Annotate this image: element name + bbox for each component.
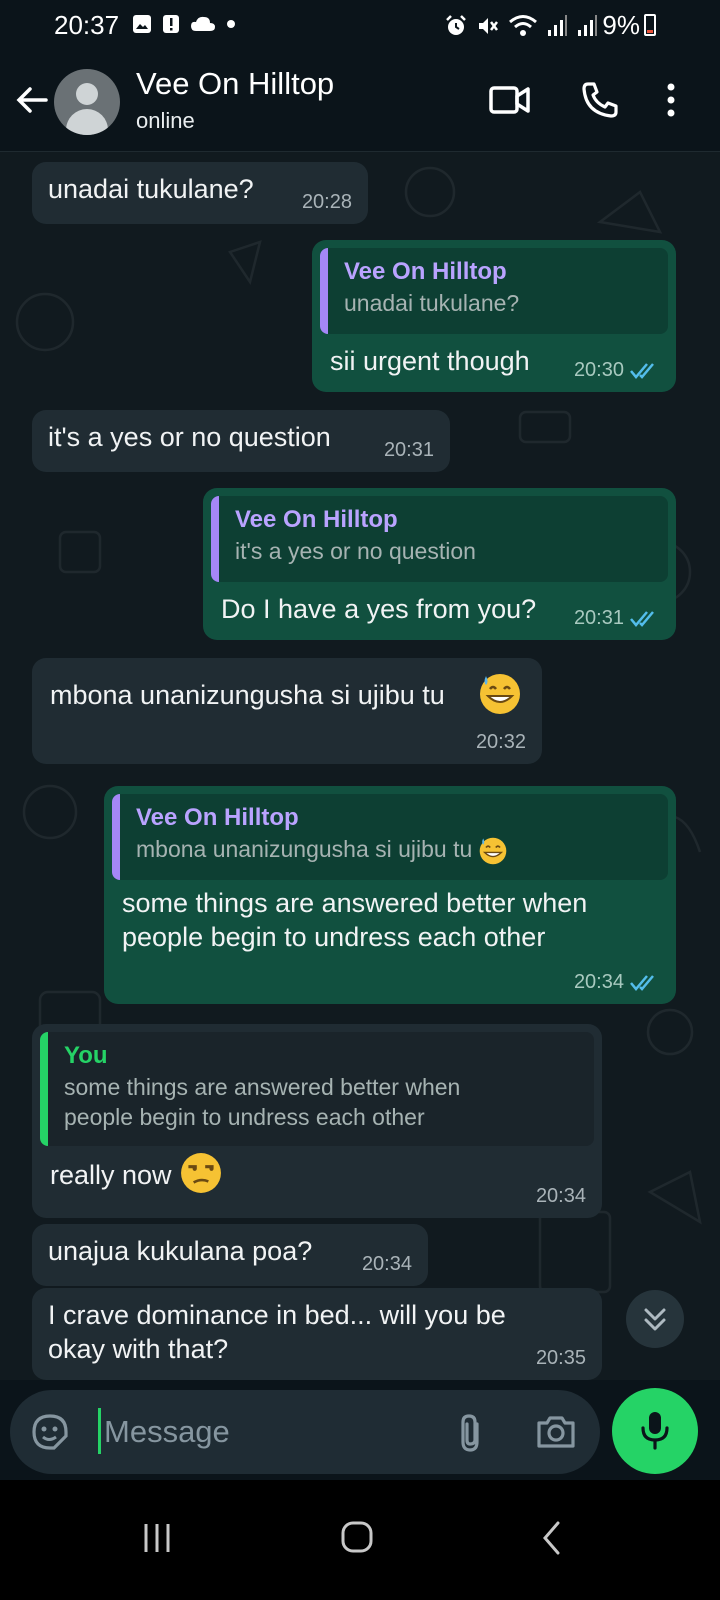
back-arrow-icon[interactable] — [14, 82, 50, 118]
message-outgoing[interactable]: Vee On Hilltop mbona unanizungusha si uj… — [104, 786, 676, 1004]
message-text: sii urgent though — [330, 346, 530, 376]
message-time: 20:28 — [301, 191, 352, 213]
system-navigation-bar — [0, 1480, 720, 1600]
message-time: 20:31 — [573, 607, 624, 629]
grinning-sweat-emoji — [480, 674, 520, 714]
quote-line: people begin to undress each other — [64, 1104, 425, 1130]
message-text: mbona unanizungusha si ujibu tu — [50, 680, 445, 710]
battery-icon — [644, 14, 656, 36]
message-text: some things are answered better when peo… — [122, 886, 587, 954]
battery-percent: 9% — [602, 10, 640, 40]
message-time: 20:34 — [573, 971, 624, 993]
attach-icon[interactable] — [456, 1412, 486, 1454]
double-chevron-down-icon — [644, 1308, 666, 1331]
wifi-icon — [509, 15, 537, 36]
message-text: Do I have a yes from you? — [221, 594, 537, 624]
message-incoming[interactable]: You some things are answered better when… — [32, 1024, 602, 1218]
quote-line: some things are answered better when — [64, 1074, 461, 1100]
dot-icon — [227, 20, 235, 28]
mic-icon — [641, 1412, 669, 1450]
scroll-to-bottom-button[interactable] — [626, 1290, 684, 1348]
home-icon[interactable] — [340, 1520, 374, 1554]
phone-call-icon[interactable] — [580, 80, 620, 120]
quote-text: unadai tukulane? — [344, 290, 520, 316]
quote-text: mbona unanizungusha si ujibu tu — [136, 834, 654, 865]
message-time: 20:34 — [535, 1185, 586, 1207]
reply-quote[interactable]: You some things are answered better when… — [40, 1032, 594, 1146]
signal-icon — [548, 15, 567, 36]
message-text: unadai tukulane? — [48, 174, 254, 204]
read-receipt-icon — [630, 975, 654, 991]
message-input-placeholder: Message — [104, 1414, 230, 1449]
sticker-icon[interactable] — [30, 1412, 70, 1452]
avatar[interactable] — [54, 69, 120, 135]
message-incoming[interactable]: unadai tukulane? 20:28 — [32, 162, 368, 224]
voice-message-button[interactable] — [612, 1388, 698, 1474]
message-line: I crave dominance in bed... will you be — [48, 1300, 506, 1330]
message-time: 20:32 — [475, 731, 526, 753]
camera-icon[interactable] — [536, 1414, 576, 1450]
read-receipt-icon — [630, 611, 654, 627]
grinning-sweat-emoji — [479, 837, 506, 865]
alarm-icon — [446, 15, 466, 35]
video-call-icon[interactable] — [488, 80, 532, 120]
cloud-icon — [191, 16, 215, 31]
message-incoming[interactable]: it's a yes or no question 20:31 — [32, 410, 450, 472]
message-time: 20:31 — [383, 439, 434, 461]
signal-icon-2 — [578, 15, 597, 36]
message-line: people begin to undress each other — [122, 922, 546, 952]
message-incoming[interactable]: unajua kukulana poa? 20:34 — [32, 1224, 428, 1286]
read-receipt-icon — [630, 363, 654, 379]
message-text: it's a yes or no question — [48, 422, 331, 452]
message-incoming[interactable]: mbona unanizungusha si ujibu tu 20:32 — [32, 658, 542, 764]
status-bar: 20:37 9% — [0, 0, 720, 52]
system-back-icon[interactable] — [540, 1520, 564, 1556]
reply-quote[interactable]: Vee On Hilltop unadai tukulane? — [320, 248, 668, 334]
contact-status: online — [136, 108, 195, 133]
quote-author: Vee On Hilltop — [344, 258, 507, 285]
composer: Message — [0, 1380, 720, 1480]
contact-name[interactable]: Vee On Hilltop — [136, 66, 334, 102]
message-time: 20:30 — [573, 359, 624, 381]
message-incoming[interactable]: I crave dominance in bed... will you be … — [32, 1288, 602, 1380]
quote-author: You — [64, 1042, 108, 1069]
message-line: some things are answered better when — [122, 888, 588, 918]
mute-icon — [479, 18, 498, 34]
reply-quote[interactable]: Vee On Hilltop it's a yes or no question — [211, 496, 668, 582]
chat-header: Vee On Hilltop online — [0, 52, 720, 152]
text-cursor — [98, 1408, 101, 1454]
message-time: 20:35 — [535, 1347, 586, 1369]
reply-quote[interactable]: Vee On Hilltop mbona unanizungusha si uj… — [112, 794, 668, 880]
message-line: okay with that? — [48, 1334, 229, 1364]
message-outgoing[interactable]: Vee On Hilltop unadai tukulane? sii urge… — [312, 240, 676, 392]
message-time: 20:34 — [361, 1253, 412, 1275]
chat-area[interactable]: unadai tukulane? 20:28 Vee On Hilltop un… — [0, 152, 720, 1408]
alert-icon — [163, 15, 179, 33]
gallery-icon — [133, 15, 151, 33]
unamused-emoji — [181, 1153, 221, 1193]
quote-author: Vee On Hilltop — [136, 804, 299, 831]
message-text: really now — [50, 1160, 172, 1190]
message-input[interactable]: Message — [10, 1390, 600, 1474]
recent-apps-icon[interactable] — [142, 1520, 172, 1556]
status-time: 20:37 — [54, 10, 120, 40]
message-outgoing[interactable]: Vee On Hilltop it's a yes or no question… — [203, 488, 676, 640]
quote-text: it's a yes or no question — [235, 538, 476, 564]
more-vert-icon[interactable] — [664, 80, 678, 120]
message-text: unajua kukulana poa? — [48, 1236, 313, 1266]
quote-author: Vee On Hilltop — [235, 506, 398, 533]
message-text: I crave dominance in bed... will you be … — [48, 1298, 586, 1366]
